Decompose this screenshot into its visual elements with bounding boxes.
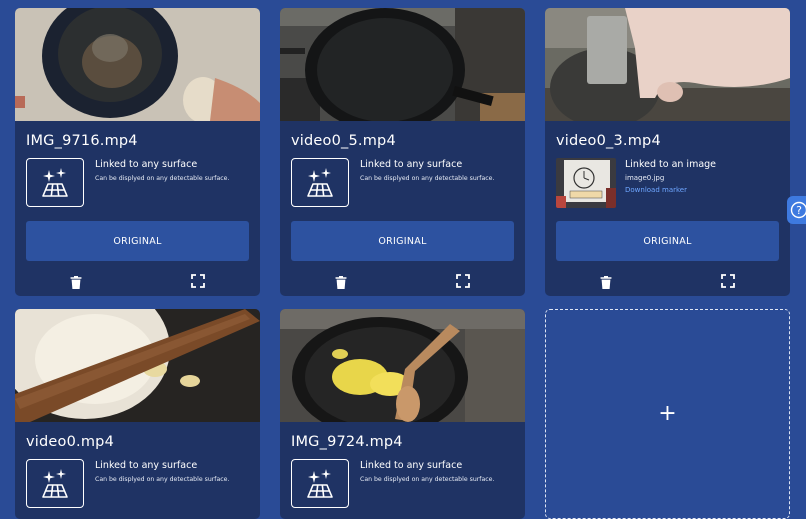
video-thumbnail[interactable] [280, 309, 525, 422]
fullscreen-icon[interactable] [191, 273, 205, 287]
video-card: video0.mp4 Linked to any surface Can be … [15, 309, 260, 519]
link-type-description: Can be displyed on any detectable surfac… [95, 175, 229, 182]
link-type-title: Linked to any surface [360, 460, 462, 471]
download-marker-link[interactable]: Download marker [625, 186, 687, 194]
video-thumbnail[interactable] [15, 309, 260, 422]
surface-icon [26, 158, 84, 207]
video-thumbnail[interactable] [15, 8, 260, 121]
video-card: IMG_9724.mp4 Linked to any surface Can b… [280, 309, 525, 519]
video-card: video0_3.mp4 Linked to an image image0.j… [545, 8, 790, 296]
plus-icon: + [658, 403, 676, 425]
original-button[interactable]: ORIGINAL [26, 221, 249, 261]
link-type-description: Can be displyed on any detectable surfac… [360, 476, 494, 483]
video-card: video0_5.mp4 Linked to any surface Can b… [280, 8, 525, 296]
video-title: IMG_9724.mp4 [291, 434, 403, 450]
original-button[interactable]: ORIGINAL [291, 221, 514, 261]
link-type-title: Linked to any surface [360, 159, 462, 170]
help-button[interactable]: ? [787, 196, 806, 224]
original-button[interactable]: ORIGINAL [556, 221, 779, 261]
add-video-card[interactable]: + [545, 309, 790, 519]
svg-text:?: ? [796, 204, 802, 217]
link-type-title: Linked to any surface [95, 460, 197, 471]
trash-icon[interactable] [70, 274, 82, 287]
video-title: video0.mp4 [26, 434, 114, 450]
trash-icon[interactable] [600, 274, 612, 287]
help-icon: ? [790, 201, 806, 219]
fullscreen-icon[interactable] [721, 273, 735, 287]
video-title: video0_5.mp4 [291, 133, 396, 149]
video-title: IMG_9716.mp4 [26, 133, 138, 149]
link-type-description: Can be displyed on any detectable surfac… [95, 476, 229, 483]
trash-icon[interactable] [335, 274, 347, 287]
link-type-title: Linked to any surface [95, 159, 197, 170]
link-type-description: Can be displyed on any detectable surfac… [360, 175, 494, 182]
surface-icon [291, 158, 349, 207]
fullscreen-icon[interactable] [456, 273, 470, 287]
link-type-title: Linked to an image [625, 159, 716, 170]
video-thumbnail[interactable] [280, 8, 525, 121]
video-card: IMG_9716.mp4 Linked to any surface Can b… [15, 8, 260, 296]
image-file-name: image0.jpg [625, 174, 664, 182]
marker-image[interactable] [556, 158, 616, 208]
video-title: video0_3.mp4 [556, 133, 661, 149]
surface-icon [291, 459, 349, 508]
surface-icon [26, 459, 84, 508]
video-thumbnail[interactable] [545, 8, 790, 121]
